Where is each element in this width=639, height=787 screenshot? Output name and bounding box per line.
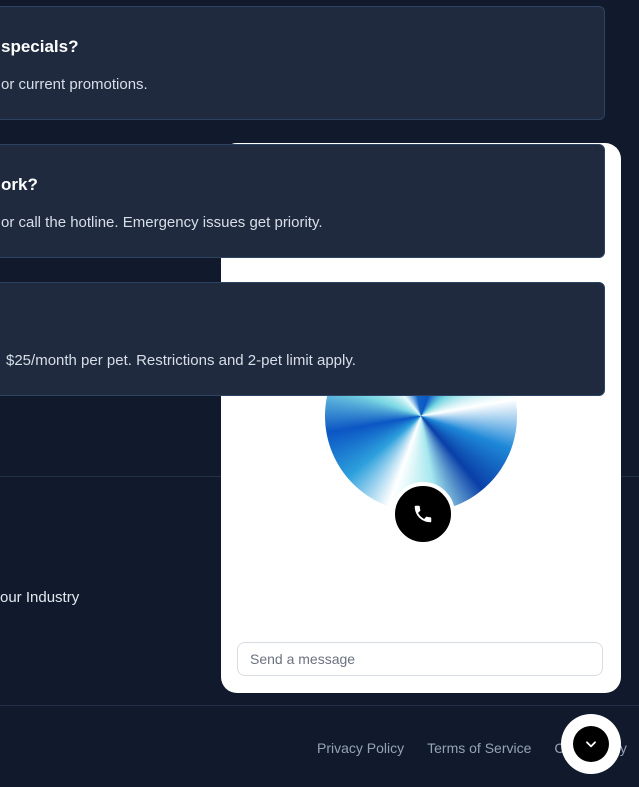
faq-card[interactable]: $25/month per pet. Restrictions and 2-pe… — [0, 282, 605, 396]
chevron-down-icon — [586, 741, 596, 748]
faq-answer: $25/month per pet. Restrictions and 2-pe… — [6, 352, 356, 369]
faq-card[interactable]: specials? or current promotions. — [0, 6, 605, 120]
footer-links: Privacy Policy Terms of Service Co — [317, 740, 572, 756]
message-input[interactable] — [237, 642, 603, 676]
faq-question: ork? — [1, 175, 38, 194]
footer-divider — [0, 705, 639, 706]
phone-icon — [414, 505, 432, 523]
chat-toggle-inner — [573, 726, 609, 762]
terms-of-service-link[interactable]: Terms of Service — [427, 740, 531, 756]
industry-link[interactable]: our Industry — [0, 589, 79, 606]
faq-card[interactable]: ork? or call the hotline. Emergency issu… — [0, 144, 605, 258]
faq-answer: or current promotions. — [1, 76, 148, 93]
chat-toggle-button[interactable] — [561, 714, 621, 774]
privacy-policy-link[interactable]: Privacy Policy — [317, 740, 404, 756]
faq-question: specials? — [1, 37, 79, 56]
call-button[interactable] — [391, 482, 455, 546]
faq-answer: or call the hotline. Emergency issues ge… — [1, 214, 323, 231]
